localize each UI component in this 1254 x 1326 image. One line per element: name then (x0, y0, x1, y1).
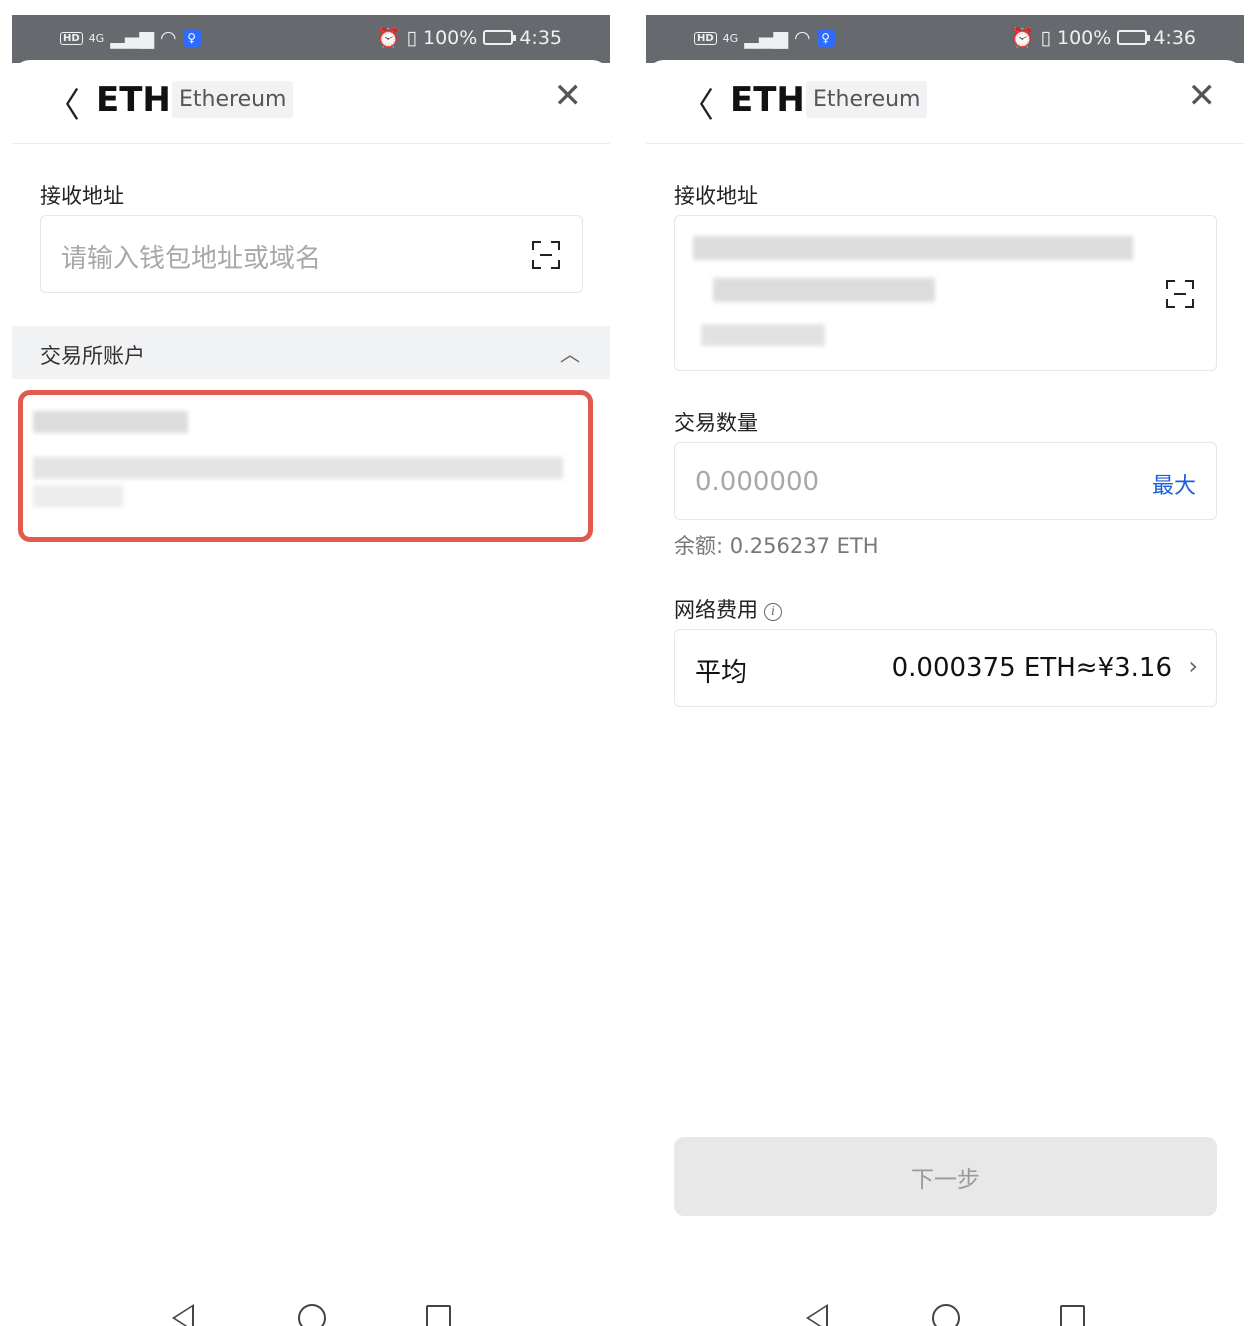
send-sheet: 〈 ETH Ethereum ✕ 接收地址 交易数量 0.000000 最大 余… (646, 60, 1244, 1326)
info-icon[interactable]: i (764, 603, 782, 621)
hd-icon: HD (60, 31, 83, 45)
phone-screen-left: HD 4G ▂▄▆ ◠ ♀ ⏰ ▯ 100% 4:35 〈 ETH Ethere… (12, 0, 610, 1326)
address-input[interactable] (674, 215, 1217, 371)
exchange-account-item[interactable] (18, 390, 593, 542)
redacted-account-address (33, 457, 563, 479)
sheet-header: 〈 ETH Ethereum ✕ (646, 60, 1244, 144)
network-fee-header: 网络费用 i (674, 594, 782, 624)
receive-address-label: 接收地址 (674, 184, 758, 208)
fee-option-name: 平均 (695, 658, 748, 688)
chevron-up-icon[interactable]: ︿ (560, 338, 580, 367)
balance-text: 余额: 0.256237 ETH (674, 534, 879, 558)
amount-input[interactable]: 0.000000 最大 (674, 442, 1217, 520)
coin-symbol: ETH (96, 80, 171, 120)
battery-icon (1117, 30, 1151, 45)
signal-icon: ▂▄▆ (744, 27, 789, 49)
status-bar: HD 4G ▂▄▆ ◠ ♀ ⏰ ▯ 100% 4:36 (646, 15, 1244, 63)
address-input[interactable]: 请输入钱包地址或域名 (40, 215, 583, 293)
system-nav-bar (12, 1304, 610, 1326)
redacted-account-name (33, 411, 188, 433)
vibrate-icon: ▯ (1040, 26, 1051, 49)
battery-percent: 100% (1057, 26, 1112, 49)
clock: 4:36 (1153, 26, 1196, 49)
chevron-left-icon[interactable]: 〈 (680, 78, 714, 127)
section-title: 交易所账户 (40, 344, 145, 368)
next-button[interactable]: 下一步 (674, 1137, 1217, 1216)
wifi-icon: ◠ (794, 27, 811, 49)
fee-selector[interactable]: 平均 0.000375 ETH≈¥3.16 › (674, 629, 1217, 707)
nav-recents-icon[interactable] (426, 1305, 451, 1326)
network-fee-label: 网络费用 (674, 598, 758, 622)
battery-icon (483, 30, 517, 45)
receive-address-label: 接收地址 (40, 184, 124, 208)
chain-badge: Ethereum (806, 81, 928, 118)
scan-icon[interactable] (532, 241, 560, 269)
address-placeholder: 请输入钱包地址或域名 (61, 244, 322, 274)
redacted-account-address-cont (33, 485, 123, 507)
sheet-header: 〈 ETH Ethereum ✕ (12, 60, 610, 144)
bulb-icon: ♀ (816, 29, 835, 47)
nav-back-icon[interactable] (172, 1304, 194, 1326)
chevron-right-icon: › (1188, 652, 1198, 680)
close-icon[interactable]: ✕ (554, 76, 583, 116)
system-nav-bar (646, 1304, 1244, 1326)
redacted-address-line1 (693, 236, 1133, 260)
wifi-icon: ◠ (160, 27, 177, 49)
scan-icon[interactable] (1166, 280, 1194, 308)
phone-screen-right: HD 4G ▂▄▆ ◠ ♀ ⏰ ▯ 100% 4:36 〈 ETH Ethere… (646, 0, 1244, 1326)
status-bar: HD 4G ▂▄▆ ◠ ♀ ⏰ ▯ 100% 4:35 (12, 15, 610, 63)
signal-icon: ▂▄▆ (110, 27, 155, 49)
nav-recents-icon[interactable] (1060, 1305, 1085, 1326)
chain-badge: Ethereum (172, 81, 294, 118)
chevron-left-icon[interactable]: 〈 (46, 78, 80, 127)
nav-home-icon[interactable] (298, 1304, 326, 1326)
nav-home-icon[interactable] (932, 1304, 960, 1326)
amount-label: 交易数量 (674, 411, 758, 435)
vibrate-icon: ▯ (406, 26, 417, 49)
coin-symbol: ETH (730, 80, 805, 120)
exchange-account-section[interactable]: 交易所账户 ︿ (12, 326, 610, 379)
redacted-address-line2 (713, 278, 935, 302)
fee-option-value: 0.000375 ETH≈¥3.16 (891, 653, 1172, 683)
clock: 4:35 (519, 26, 562, 49)
network-type: 4G (722, 31, 739, 45)
nav-back-icon[interactable] (806, 1304, 828, 1326)
hd-icon: HD (694, 31, 717, 45)
alarm-icon: ⏰ (1010, 27, 1035, 49)
alarm-icon: ⏰ (376, 27, 401, 49)
max-button[interactable]: 最大 (1152, 468, 1196, 500)
battery-percent: 100% (423, 26, 478, 49)
redacted-address-tag (701, 324, 825, 346)
bulb-icon: ♀ (182, 29, 201, 47)
close-icon[interactable]: ✕ (1188, 76, 1217, 116)
network-type: 4G (88, 31, 105, 45)
send-sheet: 〈 ETH Ethereum ✕ 接收地址 请输入钱包地址或域名 交易所账户 ︿ (12, 60, 610, 1326)
amount-placeholder: 0.000000 (695, 467, 820, 497)
